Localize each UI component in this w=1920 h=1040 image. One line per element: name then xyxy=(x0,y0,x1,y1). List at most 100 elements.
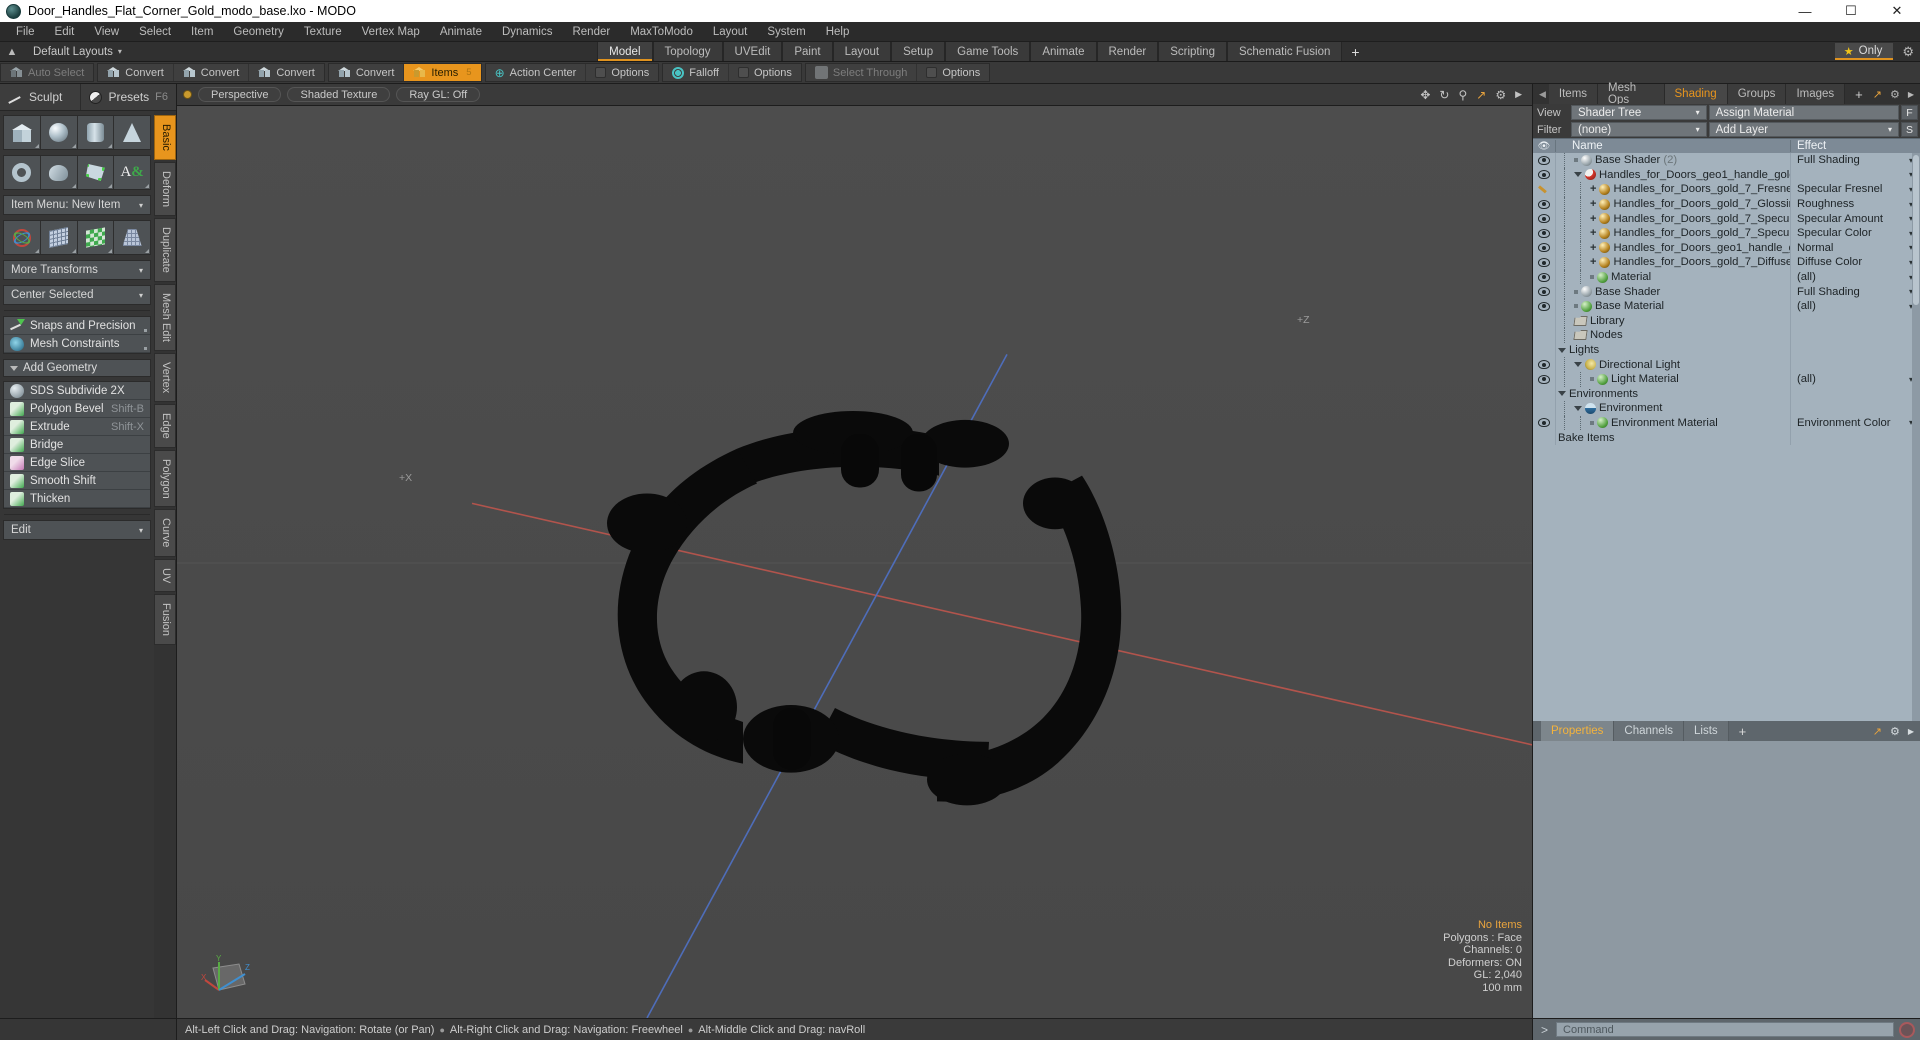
add-geometry-header[interactable]: Add Geometry xyxy=(3,359,151,377)
brush-icon[interactable] xyxy=(1533,184,1555,195)
layout-tab-game-tools[interactable]: Game Tools xyxy=(945,42,1031,61)
shader-effect-cell[interactable] xyxy=(1790,401,1920,416)
right-tab-groups[interactable]: Groups xyxy=(1727,84,1787,104)
menu-texture[interactable]: Texture xyxy=(294,22,352,42)
shader-effect-cell[interactable] xyxy=(1790,386,1920,402)
center-selected-dropdown[interactable]: Center Selected ▾ xyxy=(3,285,151,305)
edit-dropdown[interactable]: Edit ▾ xyxy=(3,520,151,540)
menu-animate[interactable]: Animate xyxy=(430,22,492,42)
left-vtab-curve[interactable]: Curve xyxy=(154,509,176,557)
expand-plus-icon[interactable]: + xyxy=(1590,213,1596,225)
menu-item[interactable]: Item xyxy=(181,22,223,42)
expand-icon[interactable]: ↗ xyxy=(1873,725,1882,738)
menu-help[interactable]: Help xyxy=(816,22,860,42)
layout-tab-animate[interactable]: Animate xyxy=(1030,42,1097,61)
expand-plus-icon[interactable]: + xyxy=(1590,242,1596,254)
toolbar-options-button[interactable]: Options xyxy=(586,64,658,81)
shader-tree-row[interactable]: Base Material (all) ▾ xyxy=(1533,298,1920,314)
right-tab-mesh-ops[interactable]: Mesh Ops xyxy=(1598,82,1665,106)
layout-tab-layout[interactable]: Layout xyxy=(832,42,892,61)
menu-system[interactable]: System xyxy=(757,22,815,42)
geo-tool-smooth-shift[interactable]: Smooth Shift xyxy=(4,472,150,490)
toolbar-convert-button[interactable]: Convert xyxy=(329,64,405,81)
expand-plus-icon[interactable]: + xyxy=(1590,227,1596,239)
shader-tree-row[interactable]: Material (all) ▾ xyxy=(1533,269,1920,285)
left-vtab-basic[interactable]: Basic xyxy=(154,115,176,160)
toolbar-convert-button[interactable]: Convert xyxy=(98,64,174,81)
left-vtab-duplicate[interactable]: Duplicate xyxy=(154,217,176,282)
home-icon[interactable]: ▲ xyxy=(0,42,24,61)
shader-tree-row[interactable]: Lights xyxy=(1533,342,1920,358)
shader-tree-row[interactable]: +Handles_for_Doors_gold_7_Specular (Imag… xyxy=(1533,211,1920,226)
shader-effect-cell[interactable] xyxy=(1790,357,1920,372)
eye-icon[interactable] xyxy=(1533,228,1555,238)
view-dropdown[interactable]: Shader Tree ▾ xyxy=(1571,105,1707,120)
tile-text[interactable]: A& xyxy=(114,156,150,189)
shader-effect-cell[interactable]: (all) ▾ xyxy=(1790,269,1920,285)
gear-icon[interactable]: ⚙ xyxy=(1890,88,1900,101)
menu-layout[interactable]: Layout xyxy=(703,22,758,42)
shader-tree-row[interactable]: Environment Material Environment Color ▾ xyxy=(1533,415,1920,431)
tile-tube[interactable] xyxy=(40,156,77,189)
right-tab-items[interactable]: Items xyxy=(1548,84,1599,104)
shader-tree-row[interactable]: Base Shader Full Shading ▾ xyxy=(1533,284,1920,299)
layout-tab-uvedit[interactable]: UVEdit xyxy=(722,42,783,61)
properties-tab-lists[interactable]: Lists xyxy=(1684,721,1729,742)
tile-cylinder[interactable] xyxy=(77,116,114,149)
shader-effect-cell[interactable]: Normal ▾ xyxy=(1790,240,1920,256)
shader-tree-row[interactable]: Base Shader (2) Full Shading ▾ xyxy=(1533,153,1920,168)
eye-icon[interactable] xyxy=(1533,243,1555,253)
toolbar-options-button[interactable]: Options xyxy=(729,64,801,81)
properties-tab-channels[interactable]: Channels xyxy=(1614,721,1685,742)
menu-edit[interactable]: Edit xyxy=(45,22,85,42)
properties-panel-body[interactable] xyxy=(1533,741,1920,1018)
eye-icon[interactable] xyxy=(1533,155,1555,165)
shader-tree-row[interactable]: +Handles_for_Doors_gold_7_Diffuse (Image… xyxy=(1533,255,1920,270)
menu-dynamics[interactable]: Dynamics xyxy=(492,22,562,42)
eye-icon[interactable] xyxy=(1533,301,1555,311)
toolbar-falloff-button[interactable]: Falloff xyxy=(663,64,729,81)
expand-plus-icon[interactable]: + xyxy=(1590,256,1596,268)
maximize-button[interactable]: ☐ xyxy=(1828,0,1874,22)
eye-icon[interactable] xyxy=(1533,170,1555,180)
fit-icon[interactable]: ↗ xyxy=(1476,88,1486,102)
add-tab-button[interactable]: + xyxy=(1845,84,1873,104)
layout-tab-render[interactable]: Render xyxy=(1096,42,1159,61)
left-vtab-uv[interactable]: UV xyxy=(154,558,176,593)
filter-dropdown[interactable]: (none) ▾ xyxy=(1571,122,1707,137)
layout-tab-scripting[interactable]: Scripting xyxy=(1158,42,1227,61)
viewport-shading-button[interactable]: Shaded Texture xyxy=(287,87,391,102)
eye-icon[interactable] xyxy=(1533,272,1555,282)
geo-tool-sds-subdivide-2x[interactable]: SDS Subdivide 2X xyxy=(4,382,150,400)
menu-render[interactable]: Render xyxy=(562,22,620,42)
eye-icon[interactable] xyxy=(1533,287,1555,297)
toolbar-auto-select-button[interactable]: Auto Select xyxy=(1,64,93,81)
layout-tab-setup[interactable]: Setup xyxy=(891,42,946,61)
tile-cone[interactable] xyxy=(114,116,150,149)
menu-vertex-map[interactable]: Vertex Map xyxy=(352,22,430,42)
shader-effect-cell[interactable]: Specular Amount ▾ xyxy=(1790,211,1920,226)
assign-material-button[interactable]: Assign Material xyxy=(1708,105,1899,120)
chevron-down-icon[interactable] xyxy=(1558,347,1566,353)
geo-tool-bridge[interactable]: Bridge xyxy=(4,436,150,454)
right-tab-shading[interactable]: Shading xyxy=(1664,84,1728,104)
only-button[interactable]: ★ Only xyxy=(1834,43,1894,60)
layout-tab-model[interactable]: Model xyxy=(597,42,653,61)
toolbar-action-center-button[interactable]: ⊕ Action Center xyxy=(486,64,587,81)
properties-tab-properties[interactable]: Properties xyxy=(1541,721,1615,742)
shader-tree-row[interactable]: +Handles_for_Doors_gold_7_Fresnel (Image… xyxy=(1533,182,1920,197)
chevron-left-icon[interactable]: ◀ xyxy=(1539,84,1549,104)
left-vtab-edge[interactable]: Edge xyxy=(154,403,176,448)
expand-plus-icon[interactable]: + xyxy=(1590,198,1596,210)
tile-transform-axis[interactable] xyxy=(4,221,40,254)
left-vtab-deform[interactable]: Deform xyxy=(154,161,176,216)
chevron-down-icon[interactable] xyxy=(1574,172,1582,178)
eye-icon[interactable] xyxy=(1533,360,1555,370)
tile-checker-deform[interactable] xyxy=(77,221,114,254)
shader-tree-row[interactable]: Light Material (all) ▾ xyxy=(1533,371,1920,387)
move-icon[interactable]: ✥ xyxy=(1420,88,1430,102)
shader-effect-cell[interactable]: Specular Fresnel ▾ xyxy=(1790,182,1920,197)
eye-icon[interactable] xyxy=(1533,257,1555,267)
left-vtab-fusion[interactable]: Fusion xyxy=(154,594,176,646)
command-input[interactable]: Command xyxy=(1556,1022,1894,1037)
